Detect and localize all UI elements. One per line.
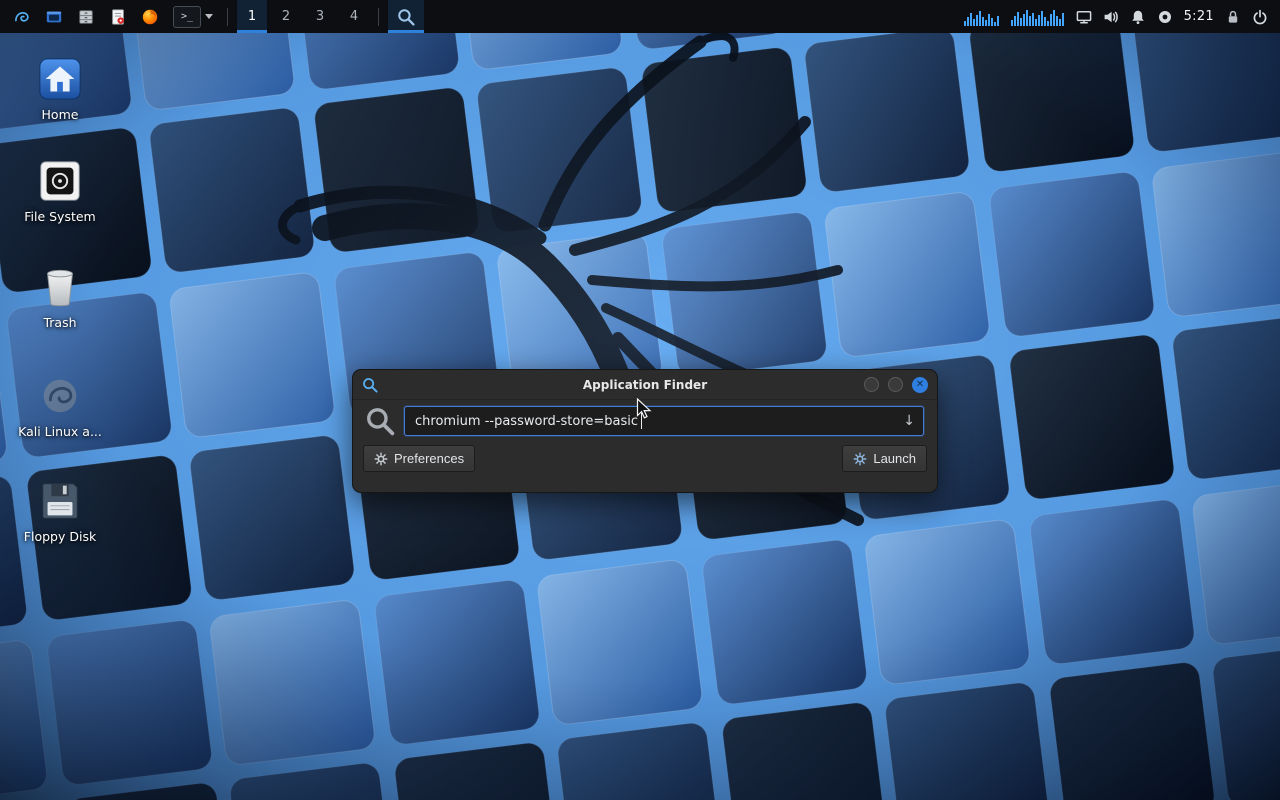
top-panel: >_ 1 2 3 4 5:21 [0, 0, 1280, 33]
titlebar[interactable]: Application Finder ✕ [353, 370, 937, 400]
clock[interactable]: 5:21 [1184, 9, 1214, 24]
status-tray: 5:21 [964, 8, 1272, 26]
desktop-screen: >_ 1 2 3 4 5:21 [0, 0, 1280, 800]
close-button[interactable]: ✕ [912, 377, 928, 393]
desktop-icon-label: Trash [12, 315, 108, 330]
minimize-button[interactable] [864, 377, 879, 392]
audio-spectrum-icon [964, 8, 1000, 26]
volume-icon[interactable] [1103, 9, 1119, 25]
launcher-file-manager[interactable] [72, 0, 100, 33]
maximize-button[interactable] [888, 377, 903, 392]
launch-button-label: Launch [873, 451, 916, 466]
panel-separator [227, 8, 228, 26]
desktop-icon-trash[interactable]: Trash [12, 264, 108, 330]
desktop-icon-file-system[interactable]: File System [12, 158, 108, 224]
notifications-icon[interactable] [1130, 9, 1146, 25]
workspace-4[interactable]: 4 [339, 0, 369, 33]
search-input-value: chromium --password-store=basic [415, 414, 638, 429]
power-icon[interactable] [1252, 9, 1268, 25]
application-finder-icon [397, 8, 415, 26]
floppy-disk-icon [37, 478, 83, 524]
desktop-icon-floppy-disk[interactable]: Floppy Disk [12, 478, 108, 544]
down-arrow-icon[interactable]: ↓ [903, 413, 915, 429]
launcher-window-manager[interactable] [40, 0, 68, 33]
firefox-icon [141, 8, 159, 26]
launch-icon [853, 452, 867, 466]
desktop-icon-label: Floppy Disk [12, 529, 108, 544]
desktop-icon-label: File System [12, 209, 108, 224]
text-caret [641, 413, 642, 429]
preferences-button-label: Preferences [394, 451, 464, 466]
launch-button[interactable]: Launch [842, 445, 927, 472]
workspace-1[interactable]: 1 [237, 0, 267, 33]
window-title: Application Finder [353, 378, 937, 392]
kali-menu-icon [13, 8, 31, 26]
preferences-button[interactable]: Preferences [363, 445, 475, 472]
terminal-dropdown[interactable]: >_ [168, 0, 218, 33]
gear-icon [374, 452, 388, 466]
chevron-down-icon [205, 14, 213, 19]
home-icon [37, 56, 83, 102]
panel-separator [378, 8, 379, 26]
text-editor-icon [109, 8, 127, 26]
file-manager-icon [77, 8, 95, 26]
launcher-firefox[interactable] [136, 0, 164, 33]
display-icon[interactable] [1076, 9, 1092, 25]
kali-docs-icon [37, 373, 83, 419]
application-finder-icon [362, 377, 378, 393]
workspace-3[interactable]: 3 [305, 0, 335, 33]
desktop-icon-label: Home [12, 107, 108, 122]
lock-icon[interactable] [1225, 9, 1241, 25]
workspace-2[interactable]: 2 [271, 0, 301, 33]
window-manager-icon [45, 8, 63, 26]
launcher-text-editor[interactable] [104, 0, 132, 33]
applications-menu-button[interactable] [8, 0, 36, 33]
desktop-icon-kali-linux[interactable]: Kali Linux a... [12, 373, 108, 439]
status-circle-icon[interactable] [1157, 9, 1173, 25]
taskbar-application-finder[interactable] [388, 0, 424, 33]
application-finder-window: Application Finder ✕ chromium --password… [352, 369, 938, 493]
desktop-icon-home[interactable]: Home [12, 56, 108, 122]
file-system-icon [37, 158, 83, 204]
audio-spectrum-icon [1011, 8, 1065, 26]
search-icon [365, 406, 395, 436]
search-input[interactable]: chromium --password-store=basic ↓ [404, 406, 924, 436]
trash-icon [37, 264, 83, 310]
desktop-icon-label: Kali Linux a... [12, 424, 108, 439]
terminal-icon: >_ [173, 6, 201, 28]
